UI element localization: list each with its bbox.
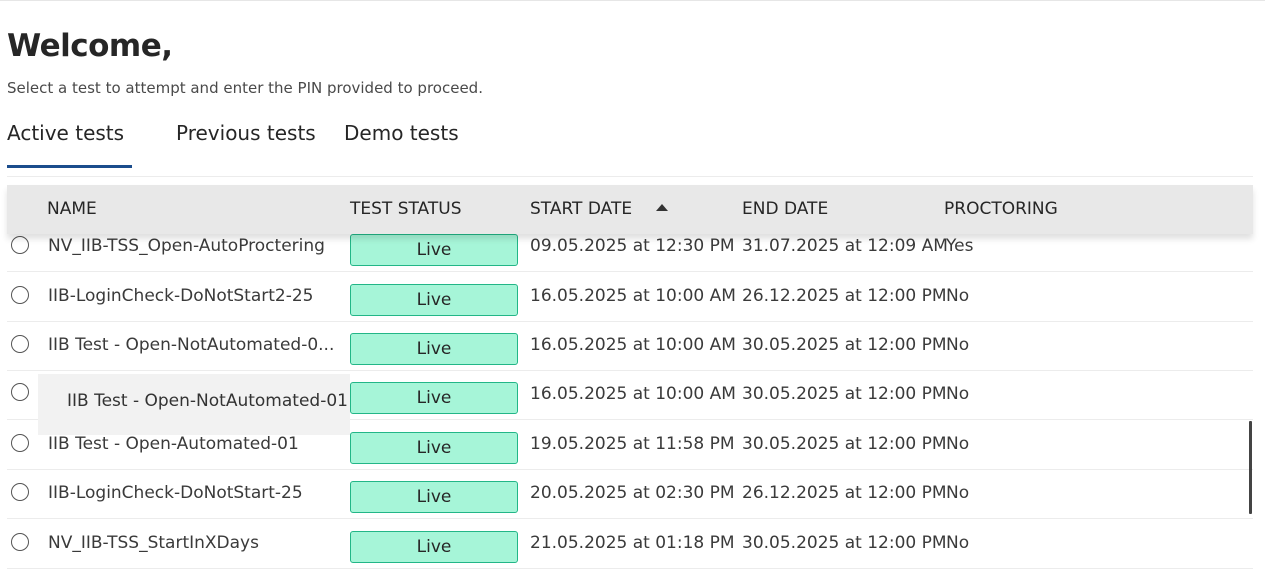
row-radio-button[interactable]	[11, 483, 29, 501]
table-row[interactable]: IIB-LoginCheck-DoNotStart2-25 Live 16.05…	[7, 272, 1253, 322]
tab-active-tests[interactable]: Active tests	[7, 119, 132, 167]
start-date: 16.05.2025 at 10:00 AM	[530, 286, 736, 306]
end-date: 30.05.2025 at 12:00 PM	[742, 434, 947, 454]
vertical-scrollbar[interactable]	[1249, 421, 1252, 514]
status-badge: Live	[350, 284, 518, 316]
proctoring-value: No	[946, 335, 970, 355]
test-name: NV_IIB-TSS_StartInXDays	[48, 533, 259, 553]
test-name: IIB-LoginCheck-DoNotStart-25	[48, 483, 303, 503]
column-header-start-date[interactable]: START DATE	[530, 185, 669, 234]
status-badge: Live	[350, 432, 518, 464]
row-radio-button[interactable]	[11, 434, 29, 452]
end-date: 26.12.2025 at 12:00 PM	[742, 483, 947, 503]
start-date: 21.05.2025 at 01:18 PM	[530, 533, 735, 553]
table-row[interactable]: IIB Test - Open-NotAutomated-0... Live 1…	[7, 321, 1253, 371]
start-date: 16.05.2025 at 10:00 AM	[530, 384, 736, 404]
column-header-name[interactable]: NAME	[47, 185, 97, 234]
status-badge: Live	[350, 382, 518, 414]
column-header-end-date[interactable]: END DATE	[742, 185, 828, 234]
proctoring-value: No	[946, 384, 970, 404]
tab-bar: Active tests Previous tests Demo tests	[7, 119, 1253, 169]
end-date: 30.05.2025 at 12:00 PM	[742, 335, 947, 355]
row-radio-button[interactable]	[11, 286, 29, 304]
end-date: 30.05.2025 at 12:00 PM	[742, 384, 947, 404]
page-title: Welcome,	[7, 28, 173, 64]
end-date: 30.05.2025 at 12:00 PM	[742, 533, 947, 553]
top-divider	[0, 0, 1265, 1]
column-header-status[interactable]: TEST STATUS	[350, 185, 462, 234]
tab-previous-tests[interactable]: Previous tests	[176, 119, 316, 167]
page: Welcome, Select a test to attempt and en…	[0, 0, 1265, 572]
test-name: IIB-LoginCheck-DoNotStart2-25	[48, 286, 314, 306]
status-badge: Live	[350, 531, 518, 563]
tabs-divider	[7, 176, 1253, 177]
row-radio-button[interactable]	[11, 533, 29, 551]
page-subtitle: Select a test to attempt and enter the P…	[7, 79, 483, 97]
status-badge: Live	[350, 333, 518, 365]
status-badge: Live	[350, 234, 518, 266]
row-radio-button[interactable]	[11, 236, 29, 254]
row-radio-button[interactable]	[11, 383, 29, 401]
proctoring-value: No	[946, 533, 970, 553]
table-row[interactable]: NV_IIB-TSS_StartInXDays Live 21.05.2025 …	[7, 519, 1253, 569]
start-date: 20.05.2025 at 02:30 PM	[530, 483, 735, 503]
table-header: NAME TEST STATUS START DATE END DATE PRO…	[7, 185, 1253, 234]
proctoring-value: No	[946, 434, 970, 454]
tab-demo-tests[interactable]: Demo tests	[344, 119, 459, 167]
table-row[interactable]: IIB-LoginCheck-DoNotStart-25 Live 20.05.…	[7, 469, 1253, 519]
column-header-start-date-label: START DATE	[530, 199, 633, 219]
status-badge: Live	[350, 481, 518, 513]
test-name: IIB Test - Open-NotAutomated-0...	[48, 335, 335, 355]
end-date: 26.12.2025 at 12:00 PM	[742, 286, 947, 306]
column-header-proctoring[interactable]: PROCTORING	[944, 185, 1058, 234]
start-date: 16.05.2025 at 10:00 AM	[530, 335, 736, 355]
proctoring-value: No	[946, 286, 970, 306]
proctoring-value: No	[946, 483, 970, 503]
active-tab-indicator	[7, 165, 132, 168]
sort-ascending-icon[interactable]	[656, 203, 669, 211]
test-name-tooltip: IIB Test - Open-NotAutomated-01	[38, 374, 350, 435]
start-date: 19.05.2025 at 11:58 PM	[530, 434, 735, 454]
row-radio-button[interactable]	[11, 335, 29, 353]
tooltip-text: IIB Test - Open-NotAutomated-01	[67, 391, 348, 411]
